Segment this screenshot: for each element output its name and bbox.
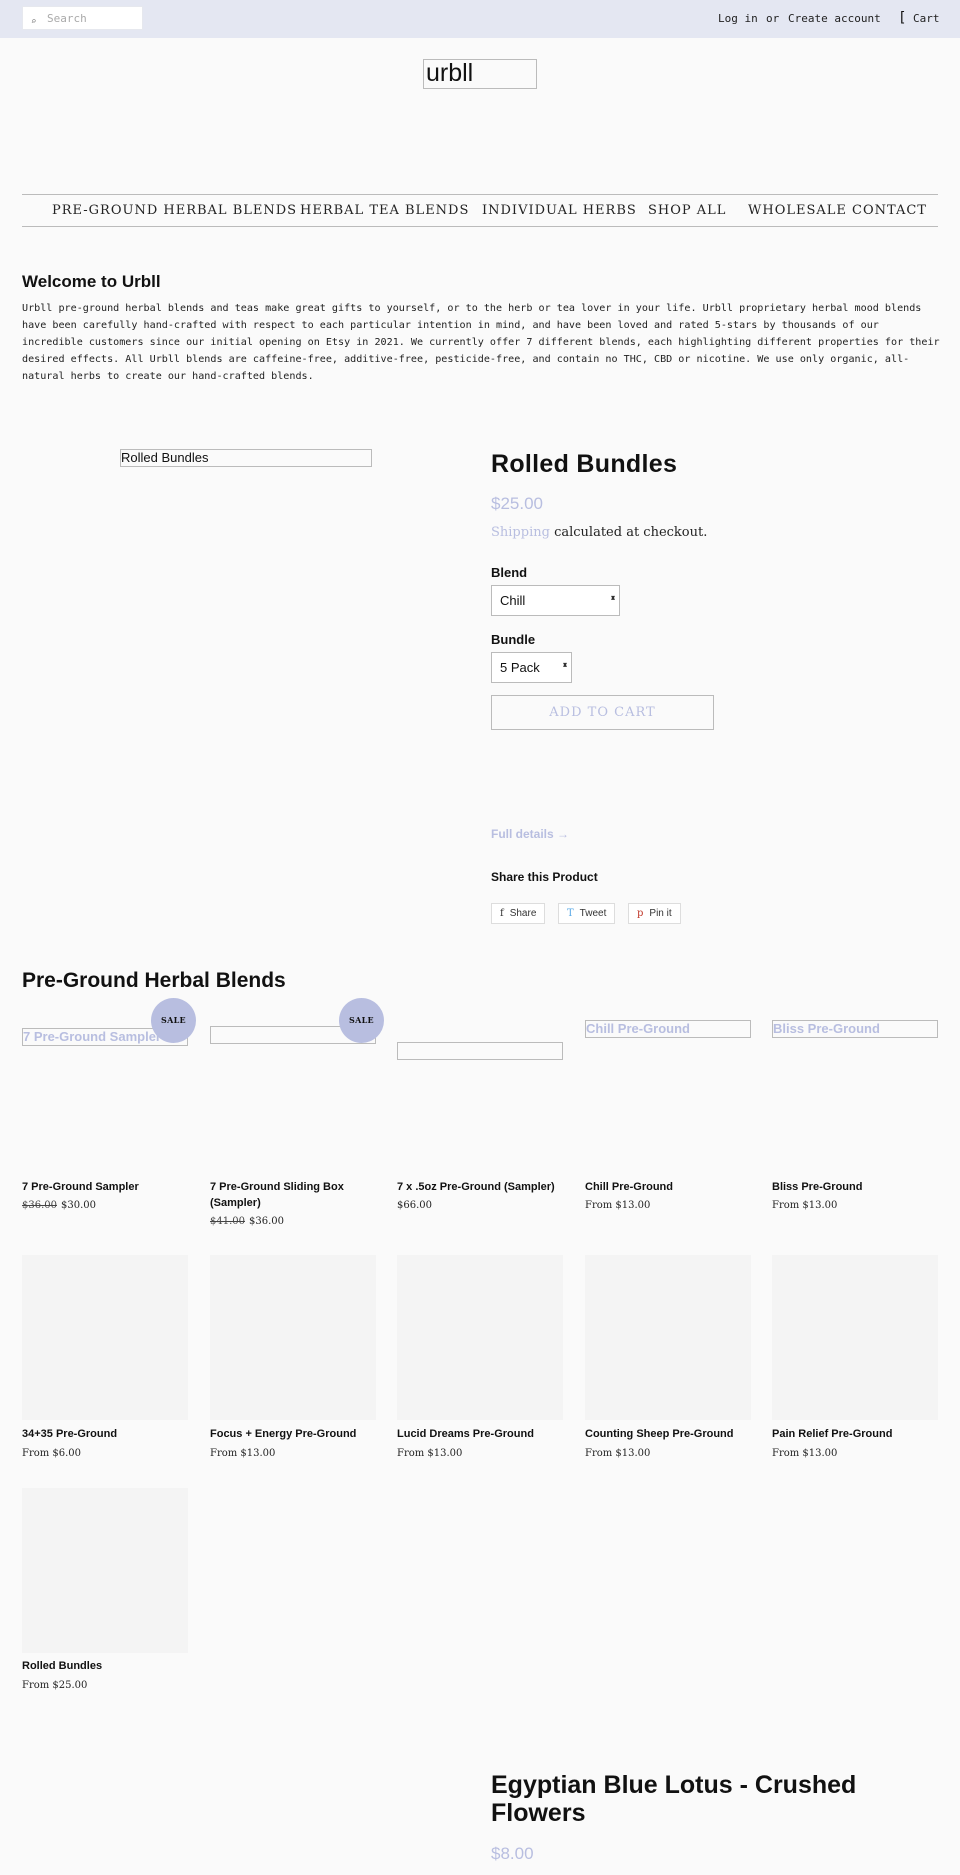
cart-icon[interactable]: [ — [898, 10, 906, 26]
product-name[interactable]: 7 Pre-Ground Sampler — [22, 1179, 188, 1195]
twitter-icon: T — [567, 908, 574, 919]
product-image[interactable] — [22, 1488, 188, 1653]
product-sale-price: $36.00 — [249, 1216, 284, 1227]
featured-product-2-price: $8.00 — [491, 1844, 534, 1863]
featured-product-price: $25.00 — [491, 494, 543, 513]
collection-title: Pre-Ground Herbal Blends — [22, 969, 286, 992]
product-price: From $13.00 — [210, 1448, 276, 1459]
product-price: From $6.00 — [22, 1448, 82, 1459]
product-old-price: $41.00 — [210, 1216, 245, 1227]
shipping-link[interactable]: Shipping — [491, 525, 550, 540]
site-logo[interactable]: urbll — [423, 59, 537, 89]
nav-herbal-tea-blends[interactable]: HERBAL TEA BLENDS — [300, 203, 469, 218]
welcome-title: Welcome to Urbll — [22, 272, 161, 291]
product-name[interactable]: 34+35 Pre-Ground — [22, 1426, 188, 1442]
product-price: $41.00 $36.00 — [210, 1216, 284, 1227]
product-name[interactable]: Counting Sheep Pre-Ground — [585, 1426, 751, 1442]
product-price: From $13.00 — [772, 1200, 838, 1211]
top-bar: ⌕ Log in or Create account [ Cart — [0, 0, 960, 38]
magnifier-icon: ⌕ — [31, 17, 37, 27]
nav-wholesale-contact[interactable]: WHOLESALE CONTACT — [748, 203, 927, 218]
product-price: From $13.00 — [772, 1448, 838, 1459]
featured-product-2-title: Egyptian Blue Lotus - Crushed Flowers — [491, 1771, 857, 1827]
product-image[interactable]: Chill Pre-Ground — [585, 1020, 751, 1038]
tweet-label: Tweet — [579, 908, 607, 919]
product-name[interactable]: Bliss Pre-Ground — [772, 1179, 938, 1195]
bundle-select-value: 5 Pack — [500, 660, 540, 675]
welcome-text: Urbll pre-ground herbal blends and teas … — [22, 303, 940, 382]
pin-label: Pin it — [649, 908, 672, 919]
product-name[interactable]: Rolled Bundles — [22, 1658, 188, 1674]
featured-product-title: Rolled Bundles — [491, 450, 678, 478]
sale-badge: SALE — [339, 998, 384, 1043]
blend-select-value: Chill — [500, 593, 526, 608]
main-nav: PRE-GROUND HERBAL BLENDS HERBAL TEA BLEN… — [22, 194, 938, 227]
shipping-text: calculated at checkout. — [554, 525, 708, 540]
product-image[interactable] — [22, 1255, 188, 1420]
product-image[interactable] — [397, 1255, 563, 1420]
blend-select[interactable]: Chill ▴ ▾ — [491, 585, 620, 616]
product-name[interactable]: Focus + Energy Pre-Ground — [210, 1426, 376, 1442]
nav-shop-all[interactable]: SHOP ALL — [648, 203, 726, 218]
product-image[interactable] — [210, 1255, 376, 1420]
select-arrows-icon: ▴ ▾ — [562, 660, 567, 669]
product-price: $36.00 $30.00 — [22, 1200, 96, 1211]
share-label: Share — [509, 908, 537, 919]
product-image[interactable]: Bliss Pre-Ground — [772, 1020, 938, 1038]
product-name[interactable]: Pain Relief Pre-Ground — [772, 1426, 938, 1442]
product-price: From $13.00 — [585, 1200, 651, 1211]
product-name[interactable]: Chill Pre-Ground — [585, 1179, 751, 1195]
nav-individual-herbs[interactable]: INDIVIDUAL HERBS — [482, 203, 637, 218]
select-arrows-icon: ▴ ▾ — [610, 593, 615, 602]
nav-pre-ground-herbal-blends[interactable]: PRE-GROUND HERBAL BLENDS — [52, 203, 297, 218]
cart-link[interactable]: Cart — [913, 12, 940, 25]
bundle-label: Bundle — [491, 632, 536, 647]
share-title: Share this Product — [491, 870, 598, 884]
login-link[interactable]: Log in — [718, 12, 758, 25]
product-old-price: $36.00 — [22, 1200, 57, 1211]
create-account-link[interactable]: Create account — [788, 12, 881, 25]
full-details-link[interactable]: Full details → — [491, 827, 569, 841]
product-name[interactable]: Lucid Dreams Pre-Ground — [397, 1426, 563, 1442]
search-input[interactable] — [47, 10, 139, 26]
shipping-note: Shipping calculated at checkout. — [491, 525, 707, 540]
blend-label: Blend — [491, 565, 528, 580]
product-price: From $13.00 — [397, 1448, 463, 1459]
sale-badge: SALE — [151, 998, 196, 1043]
product-name[interactable]: 7 x .5oz Pre-Ground (Sampler) — [397, 1179, 563, 1195]
product-image[interactable] — [585, 1255, 751, 1420]
share-twitter-button[interactable]: T Tweet — [558, 903, 616, 924]
bundle-select[interactable]: 5 Pack ▴ ▾ — [491, 652, 572, 683]
search-box[interactable]: ⌕ — [22, 6, 143, 30]
featured-product-image[interactable]: Rolled Bundles — [120, 449, 372, 467]
facebook-icon: f — [500, 908, 504, 919]
product-image[interactable] — [397, 1042, 563, 1060]
product-sale-price: $30.00 — [61, 1200, 96, 1211]
product-price: From $13.00 — [585, 1448, 651, 1459]
product-price: From $25.00 — [22, 1680, 88, 1691]
share-facebook-button[interactable]: f Share — [491, 903, 546, 924]
product-price: $66.00 — [397, 1200, 432, 1211]
share-pinterest-button[interactable]: p Pin it — [628, 903, 681, 924]
product-image[interactable] — [772, 1255, 938, 1420]
or-text: or — [766, 12, 780, 25]
product-name[interactable]: 7 Pre-Ground Sliding Box (Sampler) — [210, 1179, 376, 1211]
pinterest-icon: p — [637, 908, 644, 919]
add-to-cart-button[interactable]: ADD TO CART — [491, 695, 714, 730]
